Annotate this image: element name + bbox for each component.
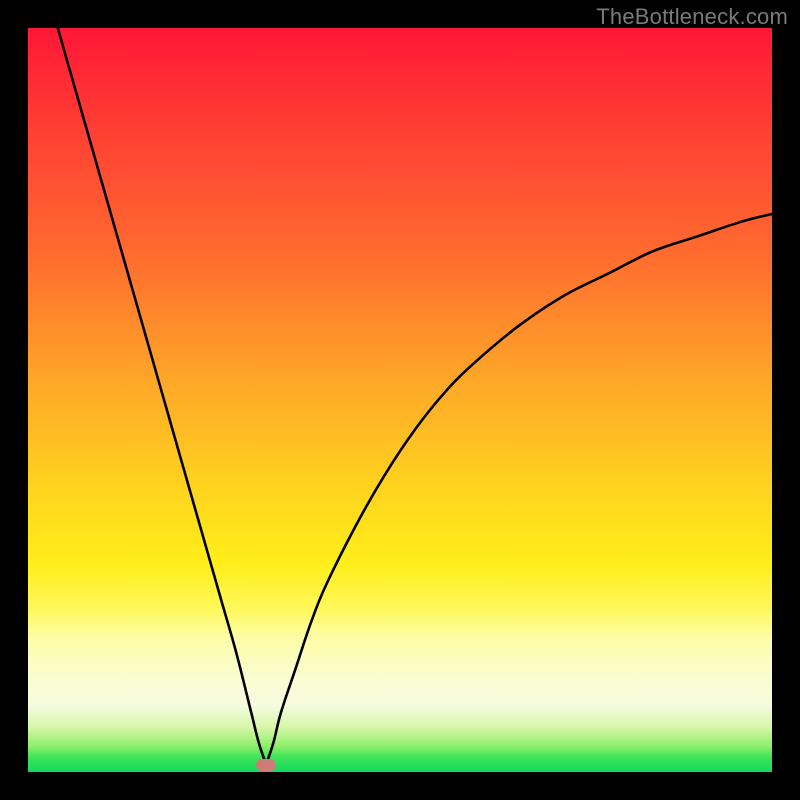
watermark-text: TheBottleneck.com — [596, 4, 788, 30]
apex-marker — [256, 759, 276, 771]
bottleneck-curve — [28, 28, 772, 772]
plot-area — [28, 28, 772, 772]
chart-frame: TheBottleneck.com — [0, 0, 800, 800]
